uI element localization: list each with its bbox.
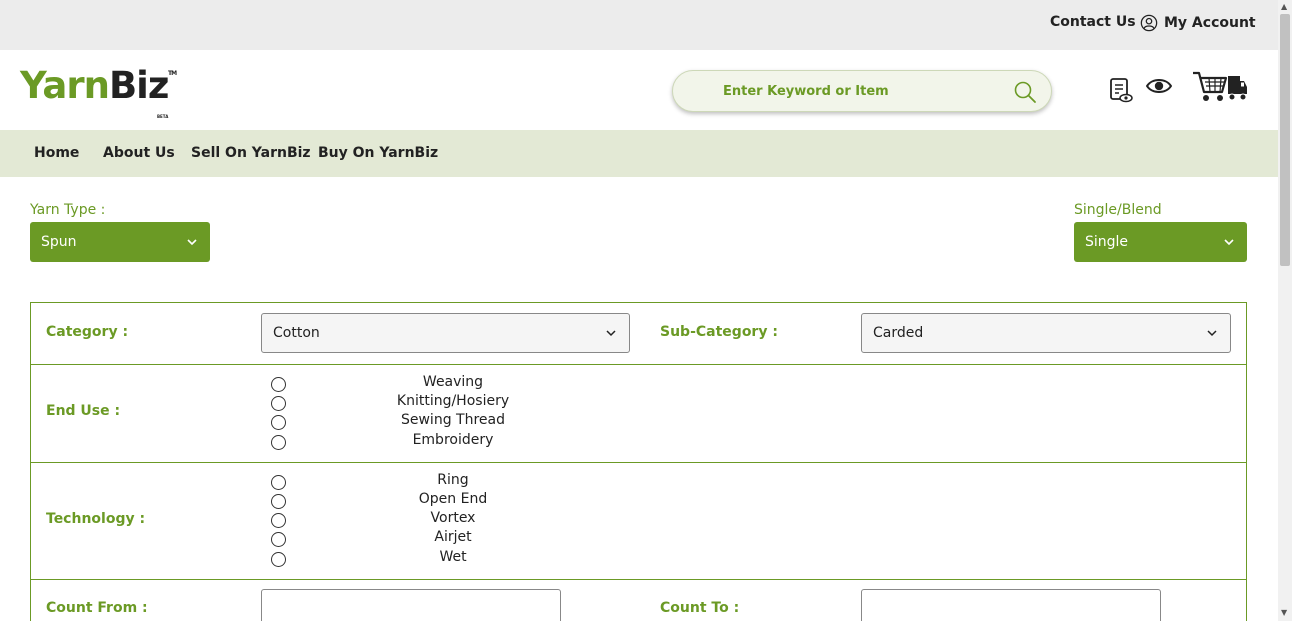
end-use-option-label: Knitting/Hosiery bbox=[396, 393, 510, 409]
cart-truck-icon[interactable] bbox=[1192, 70, 1248, 104]
yarn-type-value: Spun bbox=[41, 234, 77, 250]
single-blend-label: Single/Blend bbox=[1074, 202, 1162, 218]
chevron-down-icon bbox=[1224, 239, 1234, 246]
end-use-label: End Use : bbox=[46, 403, 121, 419]
end-use-radio-knitting[interactable] bbox=[271, 396, 286, 411]
main-nav: Home About Us Sell On YarnBiz Buy On Yar… bbox=[0, 130, 1278, 177]
end-use-radio-embroidery[interactable] bbox=[271, 435, 286, 450]
chevron-down-icon bbox=[187, 239, 197, 246]
yarn-type-label: Yarn Type : bbox=[30, 202, 106, 218]
technology-radio-vortex[interactable] bbox=[271, 513, 286, 528]
logo-yarn-text: Yarn bbox=[20, 64, 110, 107]
user-circle-icon bbox=[1140, 14, 1158, 32]
count-from-input[interactable] bbox=[261, 589, 561, 621]
technology-radio-open-end[interactable] bbox=[271, 494, 286, 509]
technology-option-label: Vortex bbox=[430, 510, 476, 526]
chevron-down-icon bbox=[1207, 330, 1217, 337]
technology-radio-wet[interactable] bbox=[271, 552, 286, 567]
category-row: Category : Cotton Sub-Category : Carded bbox=[31, 303, 1246, 365]
end-use-row: End Use : Weaving Knitting/Hosiery Sewin… bbox=[31, 365, 1246, 463]
end-use-option-label: Embroidery bbox=[412, 432, 494, 448]
count-row: Count From : Count To : bbox=[31, 580, 1246, 621]
technology-option-label: Ring bbox=[437, 472, 469, 488]
technology-option-label: Open End bbox=[418, 491, 488, 507]
category-label: Category : bbox=[46, 324, 129, 340]
eye-icon[interactable] bbox=[1146, 76, 1172, 96]
end-use-option-label: Weaving bbox=[422, 374, 484, 390]
contact-us-link[interactable]: Contact Us bbox=[1050, 14, 1136, 30]
my-account-link[interactable]: My Account bbox=[1140, 14, 1256, 32]
enquiry-icon[interactable] bbox=[1108, 76, 1134, 104]
search-box bbox=[672, 70, 1052, 112]
nav-item-sell-on-yarnbiz[interactable]: Sell On YarnBiz bbox=[191, 145, 311, 161]
page-scrollbar[interactable]: ▲ ▼ bbox=[1278, 0, 1292, 621]
end-use-radio-weaving[interactable] bbox=[271, 377, 286, 392]
scrollbar-thumb[interactable] bbox=[1280, 14, 1290, 266]
yarnbiz-logo[interactable]: YarnBiz TM BETA bbox=[20, 64, 177, 119]
subcategory-select[interactable]: Carded bbox=[861, 313, 1231, 353]
technology-option-label: Wet bbox=[439, 549, 467, 565]
logo-tm: TM bbox=[168, 70, 177, 77]
end-use-radio-sewing-thread[interactable] bbox=[271, 415, 286, 430]
scroll-down-arrow-icon[interactable]: ▼ bbox=[1281, 608, 1287, 617]
header: YarnBiz TM BETA bbox=[0, 50, 1278, 130]
technology-radio-ring[interactable] bbox=[271, 475, 286, 490]
yarn-filter-form: Category : Cotton Sub-Category : Carded … bbox=[30, 302, 1247, 621]
technology-radio-airjet[interactable] bbox=[271, 532, 286, 547]
nav-item-about-us[interactable]: About Us bbox=[103, 145, 175, 161]
search-input[interactable] bbox=[693, 79, 993, 103]
top-bar: Contact Us My Account bbox=[0, 0, 1278, 50]
category-value: Cotton bbox=[273, 325, 320, 341]
subcategory-label: Sub-Category : bbox=[660, 324, 778, 340]
scroll-up-arrow-icon[interactable]: ▲ bbox=[1281, 2, 1287, 11]
technology-row: Technology : Ring Open End Vortex Airjet… bbox=[31, 463, 1246, 580]
logo-beta: BETA bbox=[157, 114, 169, 119]
my-account-label: My Account bbox=[1164, 15, 1256, 31]
single-blend-value: Single bbox=[1085, 234, 1129, 250]
single-blend-select[interactable]: Single bbox=[1074, 222, 1247, 262]
nav-item-buy-on-yarnbiz[interactable]: Buy On YarnBiz bbox=[318, 145, 438, 161]
yarn-type-select[interactable]: Spun bbox=[30, 222, 210, 262]
end-use-option-label: Sewing Thread bbox=[400, 412, 505, 428]
subcategory-value: Carded bbox=[873, 325, 924, 341]
count-from-label: Count From : bbox=[46, 600, 148, 616]
nav-item-home[interactable]: Home bbox=[34, 145, 79, 161]
category-select[interactable]: Cotton bbox=[261, 313, 630, 353]
chevron-down-icon bbox=[606, 330, 616, 337]
search-icon[interactable] bbox=[1013, 80, 1037, 104]
technology-label: Technology : bbox=[46, 511, 146, 527]
count-to-label: Count To : bbox=[660, 600, 740, 616]
logo-biz-text: Biz bbox=[108, 64, 169, 107]
technology-option-label: Airjet bbox=[434, 529, 472, 545]
count-to-input[interactable] bbox=[861, 589, 1161, 621]
